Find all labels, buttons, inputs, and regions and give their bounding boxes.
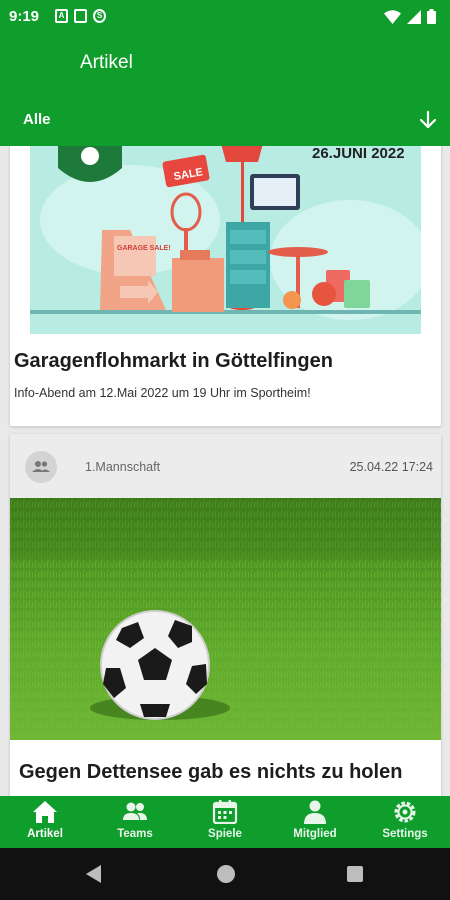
app-bar: Artikel Alle (0, 34, 450, 146)
nav-label: Settings (382, 828, 428, 840)
notification-sim-icon (74, 9, 87, 23)
system-navigation-bar (0, 848, 450, 900)
home-button[interactable] (217, 865, 235, 883)
garage-sign-text: GARAGE SALE! (117, 245, 171, 252)
person-icon (304, 800, 326, 824)
signal-icon (407, 9, 421, 24)
team-name: 1.Mannschaft (85, 460, 161, 474)
status-bar: 9:19 A S (0, 0, 450, 34)
article-subtitle: Info-Abend am 12.Mai 2022 um 19 Uhr im S… (14, 386, 311, 400)
gear-icon (394, 801, 416, 823)
nav-label: Spiele (208, 828, 242, 840)
back-icon[interactable] (86, 865, 102, 883)
calendar-icon (212, 800, 238, 824)
article-card[interactable]: 1.Mannschaft 25.04.22 17:24 Gegen Detten… (10, 434, 441, 796)
nav-label: Mitglied (293, 828, 337, 840)
article-card[interactable]: SALE GARAGE SALE! 26.JUNI 2022 Garagenfl… (10, 146, 441, 426)
nav-item-settings[interactable]: Settings (360, 796, 450, 848)
system-status-icons (384, 9, 436, 24)
home-icon (33, 801, 57, 823)
nav-item-artikel[interactable]: Artikel (0, 796, 90, 848)
arrow-down-icon[interactable] (418, 110, 438, 130)
article-title[interactable]: Gegen Dettensee gab es nichts zu holen (19, 761, 402, 784)
soccer-ball-on-grass (10, 498, 441, 740)
article-list[interactable]: SALE GARAGE SALE! 26.JUNI 2022 Garagenfl… (0, 146, 450, 796)
nav-item-spiele[interactable]: Spiele (180, 796, 270, 848)
page-title: Artikel (80, 52, 133, 73)
team-avatar (25, 451, 57, 483)
status-time: 9:19 (9, 8, 40, 25)
battery-icon (427, 9, 436, 24)
notification-a-icon: A (55, 9, 68, 23)
nav-label: Teams (117, 828, 153, 840)
recent-apps-button[interactable] (347, 866, 363, 882)
nav-item-teams[interactable]: Teams (90, 796, 180, 848)
article-image-soccer-ball (10, 498, 441, 740)
garage-sale-illustration: SALE GARAGE SALE! 26.JUNI 2022 (30, 146, 421, 320)
filter-dropdown-label[interactable]: Alle (23, 111, 51, 128)
people-icon (32, 461, 50, 472)
nav-item-mitglied[interactable]: Mitglied (270, 796, 360, 848)
wifi-icon (384, 9, 401, 24)
article-title[interactable]: Garagenflohmarkt in Göttelfingen (14, 350, 333, 373)
people-icon (123, 802, 147, 820)
article-header: 1.Mannschaft 25.04.22 17:24 (10, 434, 441, 498)
nav-label: Artikel (27, 828, 63, 840)
article-image-garage-sale: SALE GARAGE SALE! 26.JUNI 2022 (30, 146, 421, 334)
notification-icons: A S (55, 9, 106, 23)
image-date-text: 26.JUNI 2022 (312, 146, 405, 162)
post-date: 25.04.22 17:24 (349, 460, 433, 474)
bottom-navigation: Artikel Teams Spiele Mitglied Settings (0, 796, 450, 848)
notification-s-icon: S (93, 9, 106, 23)
